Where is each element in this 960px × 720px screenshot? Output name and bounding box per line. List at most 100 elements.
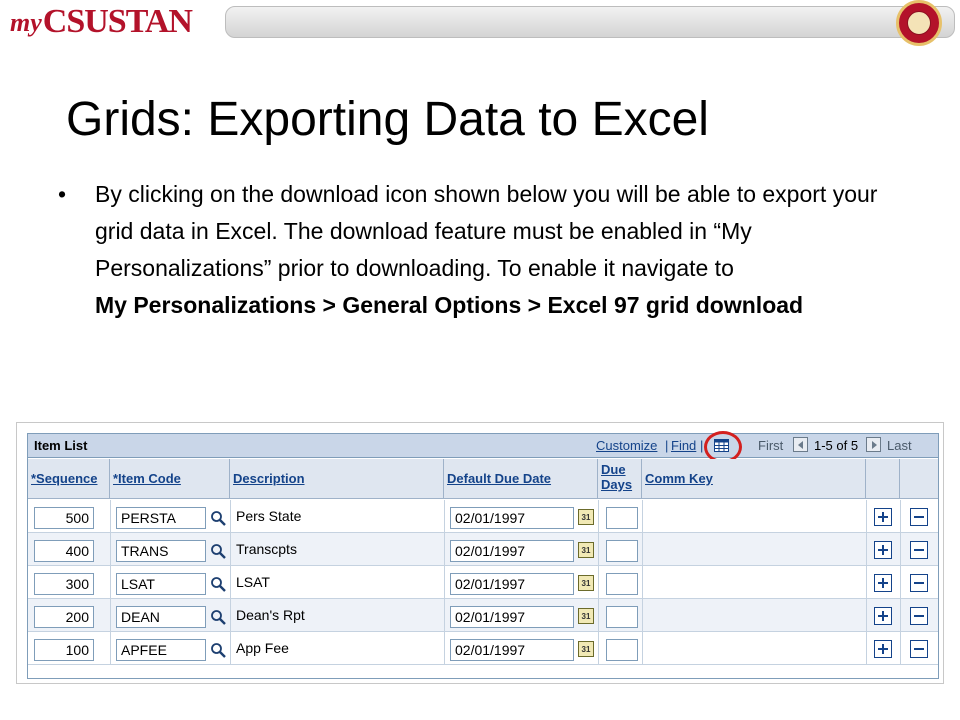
due-date-input[interactable]: 02/01/1997 — [450, 540, 574, 562]
cell-divider — [230, 533, 231, 566]
university-seal-icon — [896, 0, 942, 46]
due-date-input[interactable]: 02/01/1997 — [450, 573, 574, 595]
seal-center — [907, 11, 931, 35]
magnifier-icon[interactable] — [210, 576, 226, 592]
bullet-text: By clicking on the download icon shown b… — [95, 181, 878, 281]
col-item-code[interactable]: *Item Code — [110, 459, 230, 499]
cell-divider — [642, 500, 643, 533]
next-row-icon[interactable] — [866, 437, 881, 452]
sequence-input[interactable]: 400 — [34, 540, 94, 562]
sequence-input[interactable]: 500 — [34, 507, 94, 529]
cell-divider — [598, 632, 599, 665]
description-text: Dean's Rpt — [236, 607, 305, 623]
logo-csustan: CSUSTAN — [42, 3, 193, 40]
sequence-input[interactable]: 100 — [34, 639, 94, 661]
cell-divider — [230, 500, 231, 533]
plus-icon[interactable] — [874, 574, 892, 592]
cell-divider — [230, 632, 231, 665]
cell-divider — [110, 500, 111, 533]
col-due-days-line1: Due — [601, 462, 626, 477]
cell-divider — [642, 599, 643, 632]
plus-icon[interactable] — [874, 640, 892, 658]
calendar-icon[interactable]: 31 — [578, 641, 594, 657]
cell-divider — [900, 599, 901, 632]
description-text: Transcpts — [236, 541, 297, 557]
due-days-input[interactable] — [606, 639, 638, 661]
description-text: Pers State — [236, 508, 302, 524]
logo-my: my — [10, 8, 42, 37]
sequence-input[interactable]: 200 — [34, 606, 94, 628]
slide-title: Grids: Exporting Data to Excel — [66, 93, 709, 146]
calendar-icon[interactable]: 31 — [578, 509, 594, 525]
navigation-path: My Personalizations > General Options > … — [95, 292, 804, 318]
item-code-input[interactable]: APFEE — [116, 639, 206, 661]
col-comm-key[interactable]: Comm Key — [642, 459, 866, 499]
magnifier-icon[interactable] — [210, 510, 226, 526]
grid-screenshot: Item List Customize | Find | First 1-5 o… — [16, 422, 944, 684]
cell-divider — [866, 500, 867, 533]
magnifier-icon[interactable] — [210, 543, 226, 559]
sequence-input[interactable]: 300 — [34, 573, 94, 595]
cell-divider — [110, 533, 111, 566]
magnifier-icon[interactable] — [210, 609, 226, 625]
cell-divider — [110, 632, 111, 665]
cell-divider — [866, 632, 867, 665]
item-code-input[interactable]: LSAT — [116, 573, 206, 595]
header-banner: my CSUSTAN — [0, 0, 960, 46]
item-code-input[interactable]: DEAN — [116, 606, 206, 628]
col-remove — [900, 459, 938, 499]
grid-title: Item List — [34, 438, 88, 453]
col-default-due-date[interactable]: Default Due Date — [444, 459, 598, 499]
cell-divider — [598, 533, 599, 566]
customize-link[interactable]: Customize — [596, 438, 657, 453]
mycsustan-logo: my CSUSTAN — [10, 2, 193, 40]
cell-divider — [444, 599, 445, 632]
item-code-input[interactable]: TRANS — [116, 540, 206, 562]
calendar-icon[interactable]: 31 — [578, 608, 594, 624]
cell-divider — [230, 599, 231, 632]
calendar-icon[interactable]: 31 — [578, 575, 594, 591]
cell-divider — [444, 533, 445, 566]
plus-icon[interactable] — [874, 541, 892, 559]
cell-divider — [110, 566, 111, 599]
cell-divider — [642, 566, 643, 599]
nav-separator: | — [700, 438, 704, 453]
col-due-days-line2: Days — [601, 477, 633, 492]
cell-divider — [444, 632, 445, 665]
magnifier-icon[interactable] — [210, 642, 226, 658]
cell-divider — [866, 599, 867, 632]
due-date-input[interactable]: 02/01/1997 — [450, 507, 574, 529]
row-range: 1-5 of 5 — [814, 438, 859, 453]
table-row: 300 LSAT LSAT 02/01/1997 31 — [28, 566, 938, 599]
due-days-input[interactable] — [606, 573, 638, 595]
previous-row-icon[interactable] — [793, 437, 808, 452]
banner-bar — [225, 6, 955, 38]
due-date-input[interactable]: 02/01/1997 — [450, 606, 574, 628]
due-days-input[interactable] — [606, 507, 638, 529]
due-days-input[interactable] — [606, 606, 638, 628]
nav-separator: | — [665, 438, 669, 453]
plus-icon[interactable] — [874, 607, 892, 625]
cell-divider — [642, 632, 643, 665]
col-description[interactable]: Description — [230, 459, 444, 499]
col-due-days[interactable]: Due Days — [598, 459, 642, 499]
description-text: App Fee — [236, 640, 289, 656]
item-code-input[interactable]: PERSTA — [116, 507, 206, 529]
last-label: Last — [887, 438, 912, 453]
find-link[interactable]: Find — [671, 438, 696, 453]
cell-divider — [598, 599, 599, 632]
col-sequence[interactable]: *Sequence — [28, 459, 110, 499]
calendar-icon[interactable]: 31 — [578, 542, 594, 558]
item-list-grid: Item List Customize | Find | First 1-5 o… — [27, 431, 939, 679]
bullet-text-block: By clicking on the download icon shown b… — [95, 176, 895, 324]
minus-icon[interactable] — [910, 607, 928, 625]
due-days-input[interactable] — [606, 540, 638, 562]
minus-icon[interactable] — [910, 541, 928, 559]
minus-icon[interactable] — [910, 640, 928, 658]
due-date-input[interactable]: 02/01/1997 — [450, 639, 574, 661]
plus-icon[interactable] — [874, 508, 892, 526]
cell-divider — [598, 500, 599, 533]
minus-icon[interactable] — [910, 508, 928, 526]
cell-divider — [642, 533, 643, 566]
minus-icon[interactable] — [910, 574, 928, 592]
